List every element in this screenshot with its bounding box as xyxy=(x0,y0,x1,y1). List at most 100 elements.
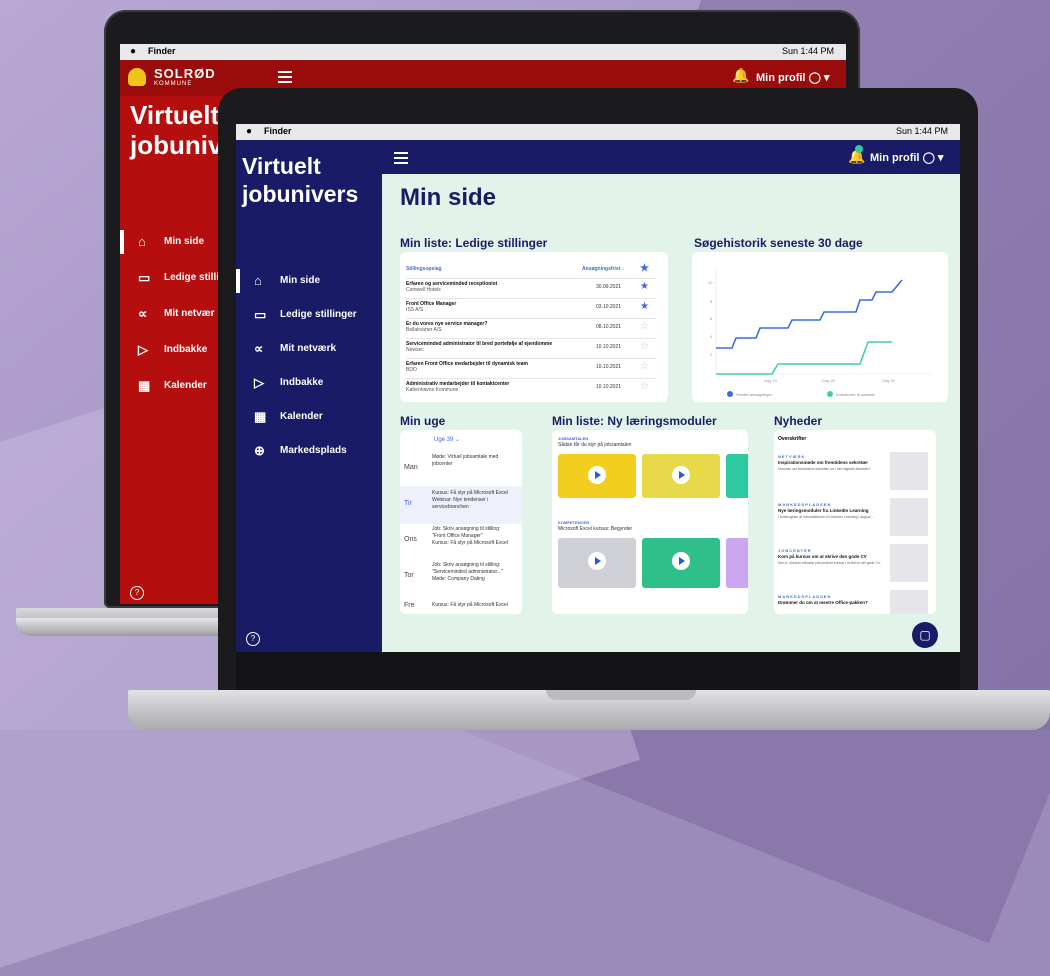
module-thumbnail[interactable] xyxy=(726,538,748,588)
play-icon[interactable] xyxy=(672,552,690,570)
x-tick-label: Dag 10 xyxy=(764,378,778,383)
modules-card: JOBSAMTALEN Sådan får du styr på jobsamt… xyxy=(552,430,748,614)
job-title[interactable]: Serviceminded administrator til bred por… xyxy=(406,341,552,347)
jobs-card: Stillingsopslag Ansøgningsfrist ↓ ★ Erfa… xyxy=(400,252,668,402)
sidebar-item-markedsplads[interactable]: ⊕ Markedsplads xyxy=(236,434,382,468)
apple-icon[interactable]: ● xyxy=(130,46,136,57)
chat-icon: ▢ xyxy=(919,628,931,642)
play-icon[interactable] xyxy=(672,466,690,484)
profile-menu[interactable]: Min profil ◯ ▾ xyxy=(756,71,829,84)
table-row[interactable]: Erfaren og serviceminded receptionist Com… xyxy=(406,278,656,297)
history-section-title: Søgehistorik seneste 30 dage xyxy=(694,236,863,250)
municipality-logo-icon xyxy=(128,68,146,86)
help-icon[interactable]: ? xyxy=(246,632,260,646)
module-subtitle: Sådan får du styr på jobsamtalen xyxy=(558,442,632,448)
page-title: Min side xyxy=(400,184,497,211)
sidebar-item-label: Mit netvær xyxy=(164,308,215,319)
hamburger-menu-icon[interactable] xyxy=(394,152,408,167)
star-icon[interactable]: ★ xyxy=(640,301,649,312)
sidebar-item-kalender[interactable]: ▦ Kalender xyxy=(120,368,230,404)
play-icon[interactable] xyxy=(588,552,606,570)
app-name[interactable]: Finder xyxy=(148,46,176,56)
main-content: Min side Min liste: Ledige stillinger St… xyxy=(382,174,960,652)
table-row[interactable]: Serviceminded administrator til bred por… xyxy=(406,338,656,357)
column-header-deadline[interactable]: Ansøgningsfrist ↓ xyxy=(582,266,624,272)
app-name[interactable]: Finder xyxy=(264,126,292,136)
notification-bell-icon[interactable]: 🔔 xyxy=(732,67,749,84)
menu-bar-clock: Sun 1:44 PM xyxy=(781,46,834,56)
brand-name: SOLRØD xyxy=(154,66,216,81)
globe-icon: ⊕ xyxy=(254,443,265,458)
day-events: Job: Skriv ansøgning til stilling: "Front… xyxy=(432,526,508,547)
star-icon[interactable]: ☆ xyxy=(640,381,649,392)
sidebar-item-ledige-stillinger[interactable]: ▭ Ledige stillinger xyxy=(236,298,382,332)
sidebar-item-min-side[interactable]: ⌂ Min side xyxy=(120,224,230,260)
profile-menu[interactable]: Min profil ◯ ▾ xyxy=(870,151,943,164)
week-selector-label: Uge 39 xyxy=(434,437,454,443)
chevron-down-icon: ⌄ xyxy=(455,437,461,443)
week-selector[interactable]: Uge 39 ⌄ xyxy=(434,436,460,443)
apple-icon[interactable]: ● xyxy=(246,126,252,137)
news-title[interactable]: Inspirationsmøde om fremtidens sekretær xyxy=(778,460,868,465)
calendar-icon: ▦ xyxy=(138,378,151,393)
star-icon[interactable]: ☆ xyxy=(640,361,649,372)
briefcase-icon: ▭ xyxy=(254,307,267,322)
sidebar-item-label: Min side xyxy=(280,275,321,286)
briefcase-icon: ▭ xyxy=(138,270,151,285)
week-day-row[interactable]: Fre Kursus: Få styr på Microsoft Excel xyxy=(400,588,522,626)
table-row[interactable]: Front Office Manager ISS A/S 03.10.2021 ★ xyxy=(406,298,656,317)
module-thumbnail[interactable] xyxy=(726,454,748,498)
chat-button[interactable]: ▢ xyxy=(912,622,938,648)
news-thumbnail[interactable] xyxy=(890,498,928,536)
news-thumbnail[interactable] xyxy=(890,590,928,614)
news-header: Overskrifter xyxy=(778,436,807,442)
active-indicator xyxy=(120,230,124,254)
table-row[interactable]: Er du vores nye service manager? Bellakva… xyxy=(406,318,656,337)
sidebar-item-indbakke[interactable]: ▷ Indbakke xyxy=(120,332,230,368)
week-day-row[interactable]: Man Møde: Virtuel jobsamtale med jobcenter xyxy=(400,450,522,488)
send-icon: ▷ xyxy=(254,375,264,390)
sidebar-nav: ⌂ Min side ▭ Ledige stillinger ∝ Mit netvær… xyxy=(236,264,382,468)
calendar-icon: ▦ xyxy=(254,409,267,424)
sidebar-item-label: Ledige stilli xyxy=(164,272,220,283)
star-icon[interactable]: ☆ xyxy=(640,341,649,352)
help-icon[interactable]: ? xyxy=(130,586,144,600)
module-thumbnail[interactable] xyxy=(558,538,636,588)
sidebar-item-ledige-stillinger[interactable]: ▭ Ledige stilli xyxy=(120,260,230,296)
brand-title-line1: Virtuelt xyxy=(130,100,220,130)
news-category: MARKEDSPLADSEN xyxy=(778,502,832,507)
week-day-row[interactable]: Ons Job: Skriv ansøgning til stilling: "Fr… xyxy=(400,522,522,560)
sidebar-item-label: Kalender xyxy=(280,411,323,422)
play-icon[interactable] xyxy=(588,466,606,484)
star-header-icon: ★ xyxy=(640,263,649,274)
hamburger-menu-icon[interactable] xyxy=(278,71,292,86)
sidebar-item-netvaerk[interactable]: ∝ Mit netvær xyxy=(120,296,230,332)
event-line: Kursus: Få styr på Microsoft Excel xyxy=(432,490,508,496)
notification-bell-icon[interactable]: 🔔 xyxy=(848,145,865,165)
module-thumbnail[interactable] xyxy=(642,538,720,588)
history-chart-card: 10 8 6 4 2 Dag 10 Dag 20 Dag 30 Sendte a… xyxy=(692,252,948,402)
module-thumbnail[interactable] xyxy=(642,454,720,498)
module-thumbnail[interactable] xyxy=(558,454,636,498)
event-line: Kursus: Få styr på Microsoft Excel xyxy=(432,602,508,608)
news-thumbnail[interactable] xyxy=(890,544,928,582)
job-title[interactable]: Erfaren Front Office medarbejder til dyn… xyxy=(406,361,528,367)
news-thumbnail[interactable] xyxy=(890,452,928,490)
news-title[interactable]: Kom på kursus om at skrive den gode CV xyxy=(778,554,867,559)
star-icon[interactable]: ☆ xyxy=(640,321,649,332)
column-header-title[interactable]: Stillingsopslag xyxy=(406,266,442,272)
sidebar-item-netvaerk[interactable]: ∝ Mit netværk xyxy=(236,332,382,366)
week-card: Uge 39 ⌄ Man Møde: Virtuel jobsamtale med… xyxy=(400,430,522,614)
star-icon[interactable]: ★ xyxy=(640,281,649,292)
legend-label: Invitationer til samtale xyxy=(836,392,875,397)
news-title[interactable]: Nye læringsmoduler fra LinkedIn Learning xyxy=(778,508,869,513)
sidebar-item-kalender[interactable]: ▦ Kalender xyxy=(236,400,382,434)
table-row[interactable]: Erfaren Front Office medarbejder til dyn… xyxy=(406,358,656,377)
sidebar-item-min-side[interactable]: ⌂ Min side xyxy=(236,264,382,298)
job-deadline: 10.10.2021 xyxy=(596,364,622,370)
sidebar-item-indbakke[interactable]: ▷ Indbakke xyxy=(236,366,382,400)
week-day-row[interactable]: Tir Kursus: Få styr på Microsoft Excel Web… xyxy=(400,486,522,524)
table-row[interactable]: Administrativ medarbejder til kontaktcen… xyxy=(406,378,656,397)
news-title[interactable]: Drømmer du om at mestre Office-pakken? xyxy=(778,600,868,605)
legend-dot-invitationer xyxy=(827,391,833,397)
